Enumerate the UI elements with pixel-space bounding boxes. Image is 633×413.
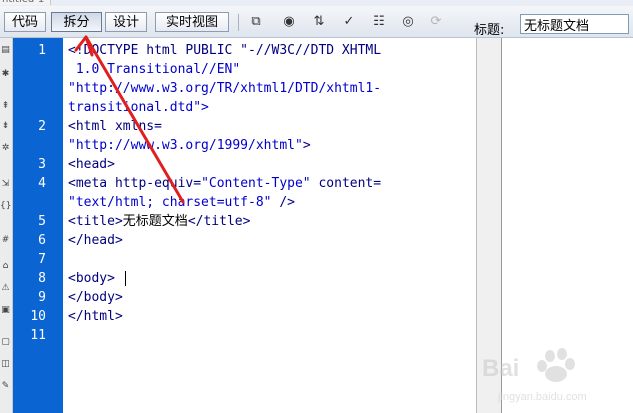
wrap-tag-icon[interactable]: ◫ [0,358,11,371]
line-number: 1 [38,43,46,58]
line-number: 2 [38,119,46,134]
code-line: 1.0 Transitional//EN" [68,62,241,77]
line-number: 3 [38,157,46,172]
multiscreen-icon[interactable]: ⧉ [246,14,266,30]
code-line: "http://www.w3.org/1999/xhtml"> [68,136,311,155]
line-number: 4 [38,176,46,191]
code-line: transitional.dtd"> [68,98,209,117]
apply-comment-icon[interactable]: ▣ [0,304,11,317]
open-documents-icon[interactable]: ▤ [0,44,11,57]
highlight-invalid-code-icon[interactable]: ⌂ [0,260,11,273]
line-number: 5 [38,214,46,229]
live-view-button[interactable]: 实时视图 [155,12,229,32]
paw-icon [537,348,575,382]
line-number: 8 [38,271,46,286]
line-number: 7 [38,252,46,267]
code-line: <title>无标题文档</title> [68,212,250,231]
document-tab[interactable]: ntitled-1 [0,0,51,5]
remove-comment-icon[interactable]: ▢ [0,336,11,349]
code-line: </html> [68,309,123,324]
code-line: "text/html; charset=utf-8" /> [68,193,295,212]
code-line: <meta http-equiv="Content-Type" content= [68,174,381,193]
code-token: <meta http-equiv= [68,176,202,191]
toolbar-separator [238,14,239,31]
line-number: 9 [38,290,46,305]
recent-snippets-icon[interactable]: ✎ [0,380,11,393]
expand-all-icon[interactable]: ✲ [0,142,11,155]
code-line: <body> [68,271,115,286]
watermark-subtext: jingyan.baidu.com [497,391,587,403]
code-line: <html xmlns= [68,119,162,134]
collapse-selection-icon[interactable]: ⇟ [0,120,11,133]
coding-toolbar: ▤ ✱ ⇞ ⇟ ✲ ⇲ {} # ⌂ ⚠ ▣ ▢ ◫ ✎ [0,38,13,413]
code-token: </title> [187,214,251,229]
balance-braces-icon[interactable]: {} [0,200,11,213]
collapse-tag-icon[interactable]: ⇞ [0,100,11,113]
code-line: "http://www.w3.org/TR/xhtml1/DTD/xhtml1- [68,81,382,96]
show-code-navigator-icon[interactable]: ✱ [0,68,11,81]
code-token: /> [271,195,295,210]
code-line: </head> [68,233,123,248]
line-number: 6 [38,233,46,248]
code-token: "http://www.w3.org/1999/xhtml" [68,138,303,153]
split-view-button[interactable]: 拆分 [51,12,102,32]
baidu-watermark: Bai jingyan.baidu.com [482,348,587,403]
visual-aids-icon[interactable]: ◎ [398,14,418,30]
select-parent-tag-icon[interactable]: ⇲ [0,178,11,191]
line-numbers-icon[interactable]: # [0,234,11,247]
validate-markup-icon[interactable]: ☷ [369,14,389,30]
document-toolbar: 代码 拆分 设计 实时视图 ⧉ ◉ ⇅ ✓ ☷ ◎ ⟳ 标题: [0,6,633,38]
code-token: "Content-Type" [201,176,311,191]
code-token: <title> [68,214,123,229]
code-token: content= [310,176,382,191]
code-token: > [302,138,311,153]
title-input[interactable] [520,14,629,34]
refresh-icon[interactable]: ⟳ [426,14,446,30]
line-number-gutter: 1 2 3 4 5 6 7 8 9 10 11 [13,38,63,413]
preview-browser-icon[interactable]: ◉ [279,14,299,30]
code-editor[interactable]: <!DOCTYPE html PUBLIC "-//W3C//DTD XHTML… [63,38,476,413]
code-line: <!DOCTYPE html PUBLIC "-//W3C//DTD XHTML [68,43,382,58]
code-token: transitional.dtd"> [68,100,209,115]
code-line: </body> [68,290,123,305]
code-view-button[interactable]: 代码 [4,12,46,32]
text-cursor [125,271,126,286]
file-management-icon[interactable]: ⇅ [309,14,329,30]
code-token: "text/html; charset=utf-8" [68,195,272,210]
syntax-error-icon[interactable]: ⚠ [0,282,11,295]
check-page-icon[interactable]: ✓ [339,14,359,30]
design-view-button[interactable]: 设计 [105,12,147,32]
line-number: 10 [30,309,46,324]
code-token: 无标题文档 [122,214,188,229]
code-line: <head> [68,157,115,172]
title-label: 标题: [474,23,505,38]
line-number: 11 [30,328,46,343]
watermark-text: Bai [482,355,519,382]
